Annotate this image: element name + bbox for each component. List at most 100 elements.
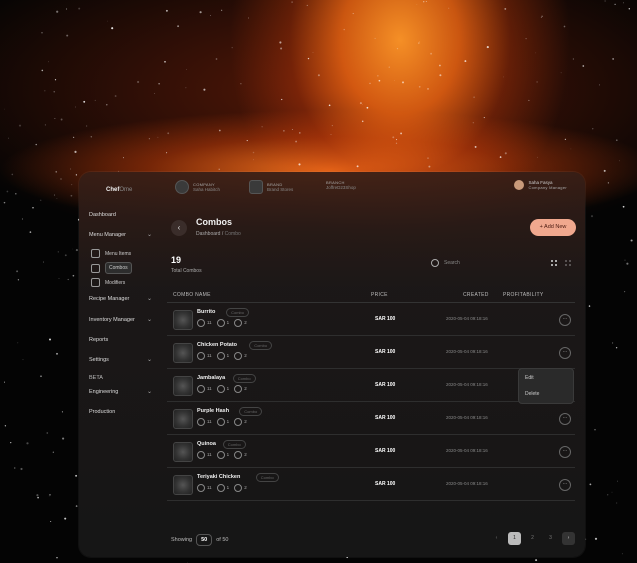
sidebar-item-settings[interactable]: Settings	[89, 357, 109, 363]
more-options-button[interactable]: ···	[559, 446, 571, 458]
star	[29, 231, 32, 233]
star	[11, 173, 14, 176]
chevron-down-icon[interactable]: ⌄	[147, 295, 152, 302]
sidebar-subitem-menu-items[interactable]: Menu Items	[91, 249, 131, 258]
star	[474, 145, 477, 148]
sidebar-subitem-combos[interactable]: Combos	[91, 262, 132, 274]
star	[15, 192, 17, 195]
more-options-button[interactable]: ···	[559, 314, 571, 326]
star	[74, 106, 77, 108]
page-button-2[interactable]: 2	[526, 532, 539, 545]
star	[504, 7, 507, 10]
user-menu[interactable]: Saha Fasya Company Manager	[514, 180, 567, 190]
star	[374, 37, 376, 39]
branch-selector[interactable]: BRANCH JoffreD23Shop	[326, 180, 356, 190]
star	[3, 381, 6, 383]
page-button-1[interactable]: 1	[508, 532, 521, 545]
star	[427, 88, 429, 90]
next-page-button[interactable]: ›	[562, 532, 575, 545]
page-button-3[interactable]: 3	[544, 532, 557, 545]
table-row[interactable]: Jambalaya Combo 11 1 2 SAR 100 2020-05-04 09:1…	[167, 369, 575, 402]
star	[122, 157, 124, 159]
star	[44, 124, 46, 126]
menu-item-edit[interactable]: Edit	[525, 375, 534, 381]
sidebar-item-menu-manager[interactable]: Menu Manager	[89, 232, 126, 238]
star	[401, 81, 405, 84]
star	[563, 25, 566, 28]
star	[18, 124, 22, 127]
star	[291, 1, 293, 3]
brand-selector[interactable]: BRAND Brand Stores	[249, 180, 293, 194]
avatar	[514, 180, 525, 190]
header-combo-name[interactable]: COMBO NAME	[173, 292, 211, 298]
star	[359, 102, 362, 105]
sidebar-item-inventory-manager[interactable]: Inventory Manager	[89, 317, 135, 323]
header-created[interactable]: CREATED	[463, 292, 489, 298]
sidebar-item-production[interactable]: Production	[89, 409, 115, 415]
sidebar-item-recipe-manager[interactable]: Recipe Manager	[89, 296, 129, 302]
chevron-down-icon[interactable]: ⌄	[147, 316, 152, 323]
star	[253, 159, 254, 161]
row-context-menu: Edit Delete	[518, 368, 574, 404]
table-row[interactable]: Quinoa Combo 11 1 2 SAR 100 2020-05-04 09:18:1…	[167, 435, 575, 468]
swap-icon	[216, 484, 225, 492]
table-row[interactable]: Teriyaki Chicken Combo 11 1 2 SAR 100 2020-05-…	[167, 468, 575, 501]
combo-badge: Combo	[255, 473, 279, 482]
chevron-down-icon[interactable]: ⌄	[147, 356, 152, 363]
star	[53, 91, 55, 93]
header-price[interactable]: PRICE	[371, 292, 388, 298]
menu-item-delete[interactable]: Delete	[525, 391, 539, 397]
swap-icon	[216, 319, 225, 327]
table-row[interactable]: Purple Hash Combo 11 1 2 SAR 100 2020-05-04 09…	[167, 402, 575, 435]
star	[369, 82, 371, 85]
star	[48, 495, 50, 497]
chevron-down-icon[interactable]: ⌄	[147, 231, 152, 238]
star	[279, 41, 282, 44]
combo-created: 2020-05-04 09:18:16	[446, 448, 488, 453]
star	[537, 156, 539, 158]
pagination-summary: Showing 50 of 50	[171, 534, 228, 546]
star	[582, 65, 585, 67]
sidebar-item-dashboard[interactable]: Dashboard	[89, 212, 116, 218]
star	[4, 108, 5, 110]
combo-thumbnail	[173, 310, 193, 330]
sidebar-item-reports[interactable]: Reports	[89, 337, 108, 343]
more-options-button[interactable]: ···	[559, 347, 571, 359]
star	[177, 25, 180, 28]
combo-thumbnail	[173, 409, 193, 429]
star	[612, 342, 614, 344]
more-options-button[interactable]: ···	[559, 479, 571, 491]
star	[394, 79, 395, 81]
star	[21, 218, 23, 220]
header-profitability[interactable]: PROFITABILITY	[503, 292, 543, 298]
add-new-button[interactable]: + Add New	[530, 219, 576, 236]
company-selector[interactable]: COMPANY Saha Habitch	[175, 180, 220, 194]
breadcrumb: Dashboard / Combo	[196, 231, 241, 237]
swap-icon	[216, 352, 225, 360]
table-row[interactable]: Chicken Potato Combo 11 1 2 SAR 100 2020-05-04…	[167, 336, 575, 369]
star	[439, 74, 442, 77]
star	[623, 2, 624, 4]
modifier-icon	[234, 385, 243, 393]
table-row[interactable]: Burrito Combo 11 1 2 SAR 100 2020-05-04 09:18:…	[167, 303, 575, 336]
prev-page-button[interactable]: ‹	[490, 532, 503, 545]
chevron-down-icon[interactable]: ⌄	[147, 388, 152, 395]
star	[57, 251, 59, 253]
star	[107, 20, 108, 22]
more-options-button[interactable]: ···	[559, 413, 571, 425]
grid-view-icon[interactable]	[551, 260, 557, 266]
combo-meta: 11 1 2	[197, 319, 247, 327]
combo-badge: Combo	[239, 407, 263, 416]
page-size-select[interactable]: 50	[196, 534, 213, 546]
back-button[interactable]: ‹	[171, 220, 187, 236]
star	[448, 7, 450, 9]
star	[48, 61, 50, 63]
view-toggle[interactable]	[551, 260, 571, 266]
star	[331, 125, 333, 127]
star	[598, 84, 601, 86]
star	[49, 494, 51, 496]
list-view-icon[interactable]	[565, 260, 571, 266]
search-input[interactable]: Search	[431, 259, 460, 267]
sidebar-item-engineering[interactable]: Engineering	[89, 389, 118, 395]
sidebar-subitem-modifiers[interactable]: Modifiers	[91, 278, 125, 287]
